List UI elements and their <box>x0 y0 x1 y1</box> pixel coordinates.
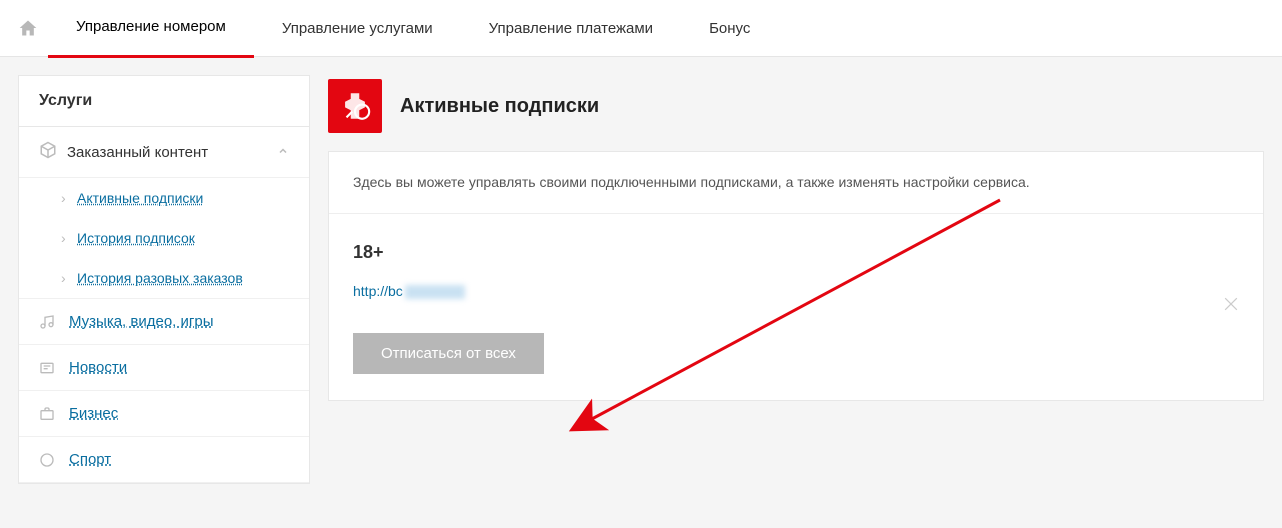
sidebar-link-label: Бизнес <box>69 405 118 422</box>
home-icon[interactable] <box>8 18 48 38</box>
tab-manage-payments[interactable]: Управление платежами <box>461 0 681 56</box>
sidebar-sub-active-subscriptions[interactable]: Активные подписки <box>19 178 309 218</box>
sidebar-sub-label: Активные подписки <box>77 190 203 206</box>
sidebar-link-label: Музыка, видео, игры <box>69 313 214 330</box>
cube-icon <box>39 141 57 163</box>
tab-label: Бонус <box>709 20 750 37</box>
sidebar-link-label: Новости <box>69 359 127 376</box>
sidebar-link-label: Спорт <box>69 451 111 468</box>
music-icon <box>39 314 57 330</box>
tab-label: Управление номером <box>76 18 226 35</box>
chevron-up-icon <box>277 144 289 161</box>
sidebar-sub-label: История подписок <box>77 230 195 246</box>
subscriptions-panel: Здесь вы можете управлять своими подключ… <box>328 151 1264 401</box>
panel-body: 18+ http://bc Отписаться от всех <box>329 214 1263 400</box>
tab-manage-services[interactable]: Управление услугами <box>254 0 461 56</box>
sidebar: Услуги Заказанный контент Активные подпи… <box>18 75 310 484</box>
tab-bonus[interactable]: Бонус <box>681 0 778 56</box>
sidebar-sub-label: История разовых заказов <box>77 270 243 286</box>
blurred-text <box>405 285 465 299</box>
sidebar-link-sport[interactable]: Спорт <box>19 437 309 483</box>
unsubscribe-all-button[interactable]: Отписаться от всех <box>353 333 544 374</box>
sidebar-title: Услуги <box>19 76 309 127</box>
sidebar-section-label: Заказанный контент <box>67 144 208 161</box>
panel-description: Здесь вы можете управлять своими подключ… <box>329 152 1263 214</box>
main: Активные подписки Здесь вы можете управл… <box>328 75 1264 401</box>
briefcase-icon <box>39 406 57 422</box>
subscriptions-icon <box>328 79 382 133</box>
sidebar-sub-history-onetime[interactable]: История разовых заказов <box>19 258 309 298</box>
page-title-row: Активные подписки <box>328 79 1264 133</box>
close-icon[interactable] <box>1221 294 1241 320</box>
page-title: Активные подписки <box>400 95 599 118</box>
subscription-item-link-row: http://bc <box>353 283 1239 299</box>
news-icon <box>39 360 57 376</box>
sidebar-submenu: Активные подписки История подписок Истор… <box>19 178 309 299</box>
sidebar-link-business[interactable]: Бизнес <box>19 391 309 437</box>
top-nav: Управление номером Управление услугами У… <box>0 0 1282 57</box>
subscription-item-link[interactable]: http://bc <box>353 283 403 299</box>
sidebar-section-ordered-content[interactable]: Заказанный контент <box>19 127 309 178</box>
page: { "nav": { "tabs": [ {"label": "Управлен… <box>0 0 1282 528</box>
subscription-item-title: 18+ <box>353 242 1239 263</box>
button-label: Отписаться от всех <box>381 345 516 362</box>
content-area: Услуги Заказанный контент Активные подпи… <box>0 57 1282 502</box>
tab-manage-number[interactable]: Управление номером <box>48 0 254 58</box>
sidebar-link-news[interactable]: Новости <box>19 345 309 391</box>
tab-label: Управление услугами <box>282 20 433 37</box>
sidebar-link-media[interactable]: Музыка, видео, игры <box>19 299 309 345</box>
ball-icon <box>39 452 57 468</box>
sidebar-sub-history-subscriptions[interactable]: История подписок <box>19 218 309 258</box>
tab-label: Управление платежами <box>489 20 653 37</box>
